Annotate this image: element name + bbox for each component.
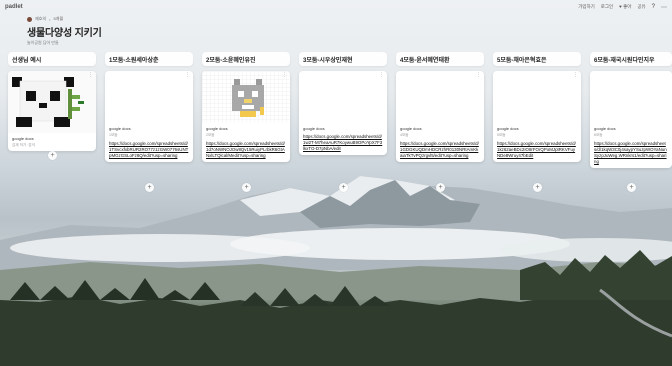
author-name[interactable]: 재호의 bbox=[35, 16, 46, 22]
post-card[interactable]: google docs 6모둠 https://docs.google.com/… bbox=[590, 71, 672, 168]
card-link[interactable]: https://docs.google.com/spreadsheets/d/1… bbox=[497, 141, 577, 159]
post-card[interactable]: ⋮ google docs 김재 작가 ·분석 bbox=[8, 71, 96, 151]
add-post-button[interactable]: + bbox=[145, 183, 154, 192]
column-title[interactable]: 3모둠-시우상민재현 bbox=[299, 52, 387, 66]
card-thumbnail[interactable]: ⋮ bbox=[396, 71, 484, 123]
card-menu-icon[interactable]: ⋮ bbox=[573, 72, 578, 78]
login-link[interactable]: 로그인 bbox=[601, 4, 613, 10]
card-link[interactable]: https://docs.google.com/spreadsheets/d/1… bbox=[400, 141, 480, 159]
add-post-button[interactable]: + bbox=[627, 183, 636, 192]
column: 1모둠-소원세아상춘 ⋮ google docs 1모둠 https://doc… bbox=[105, 52, 193, 192]
card-body: google docs 6모둠 https://docs.google.com/… bbox=[590, 123, 672, 168]
page-subtitle: 놀이공원 답아 만들 bbox=[27, 40, 59, 45]
card-author: 2모둠 bbox=[206, 133, 215, 137]
share-button[interactable]: 공유 bbox=[637, 4, 645, 10]
attachment-source: google docs bbox=[12, 136, 34, 141]
top-actions: 가입하기 로그인 ♥ 좋아 공유 ? ⋯ bbox=[578, 4, 667, 11]
card-link[interactable]: https://docs.google.com/spreadsheets/d/1… bbox=[109, 141, 189, 159]
card-thumbnail[interactable]: ⋮ bbox=[299, 71, 387, 123]
column-title[interactable]: 6모둠-재국시원다민지우 bbox=[590, 52, 672, 66]
attachment-source: google docs bbox=[109, 126, 131, 131]
card-menu-icon[interactable]: ⋮ bbox=[476, 72, 481, 78]
card-thumbnail[interactable]: ⋮ bbox=[202, 71, 290, 123]
column: 6모둠-재국시원다민지우 google docs 6모둠 https://doc… bbox=[590, 52, 672, 192]
top-bar: padlet 가입하기 로그인 ♥ 좋아 공유 ? ⋯ bbox=[0, 0, 672, 14]
card-author: 김재 작가 ·분석 bbox=[12, 143, 36, 147]
more-options-icon[interactable]: ⋯ bbox=[661, 4, 667, 11]
card-body: google docs 1모둠 https://docs.google.com/… bbox=[105, 123, 193, 162]
attachment-source: google docs bbox=[303, 126, 325, 131]
post-card[interactable]: ⋮ google docs 1모둠 https://docs.google.co… bbox=[105, 71, 193, 162]
card-thumbnail[interactable]: ⋮ bbox=[8, 71, 96, 133]
panda-pixel-art bbox=[8, 71, 96, 133]
post-card[interactable]: ⋮ google docs https://docs.google.com/sp… bbox=[299, 71, 387, 155]
attachment-source: google docs bbox=[206, 126, 228, 131]
signup-link[interactable]: 가입하기 bbox=[578, 4, 595, 10]
card-thumbnail[interactable]: ⋮ bbox=[493, 71, 581, 123]
add-post-button[interactable]: + bbox=[242, 183, 251, 192]
column-title[interactable]: 4모둠-윤서혜연태환 bbox=[396, 52, 484, 66]
post-card[interactable]: ⋮ google docs 4모둠 https://docs.google.co… bbox=[396, 71, 484, 162]
card-author: 4모둠 bbox=[400, 133, 409, 137]
card-menu-icon[interactable]: ⋮ bbox=[282, 72, 287, 78]
card-menu-icon[interactable]: ⋮ bbox=[88, 72, 93, 78]
author-row: 재호의 • 5개월 bbox=[27, 16, 102, 22]
card-author: 1모둠 bbox=[109, 133, 118, 137]
separator-dot: • bbox=[49, 16, 51, 22]
help-icon[interactable]: ? bbox=[652, 4, 655, 10]
card-body: google docs 4모둠 https://docs.google.com/… bbox=[396, 123, 484, 162]
padlet-header: 재호의 • 5개월 생물다양성 지키기 놀이공원 답아 만들 bbox=[27, 16, 102, 46]
column-title[interactable]: 선생님 예시 bbox=[8, 52, 96, 66]
card-author: 5모둠 bbox=[497, 133, 506, 137]
card-body: google docs https://docs.google.com/spre… bbox=[299, 123, 387, 155]
attachment-source: google docs bbox=[497, 126, 519, 131]
card-menu-icon[interactable]: ⋮ bbox=[185, 72, 190, 78]
attachment-source: google docs bbox=[400, 126, 422, 131]
column: 4모둠-윤서혜연태환 ⋮ google docs 4모둠 https://doc… bbox=[396, 52, 484, 192]
like-button[interactable]: ♥ 좋아 bbox=[619, 4, 631, 10]
card-link[interactable]: https://docs.google.com/spreadsheets/d/1… bbox=[206, 141, 286, 159]
post-card[interactable]: ⋮ google docs 5모둠 https://docs.google.co… bbox=[493, 71, 581, 162]
column: 2모둠-소윤혜인유진 ⋮ google docs 2모둠 https://doc… bbox=[202, 52, 290, 192]
cat-pixel-art bbox=[202, 71, 290, 123]
brand-logo[interactable]: padlet bbox=[5, 4, 23, 10]
post-date: 5개월 bbox=[53, 16, 64, 21]
avatar bbox=[27, 16, 32, 22]
add-post-button[interactable]: + bbox=[339, 183, 348, 192]
page-title: 생물다양성 지키기 bbox=[27, 28, 102, 39]
add-post-button[interactable]: + bbox=[436, 183, 445, 192]
card-body: google docs 김재 작가 ·분석 bbox=[8, 133, 96, 151]
attachment-source: google docs bbox=[594, 126, 616, 131]
column-title[interactable]: 1모둠-소원세아상춘 bbox=[105, 52, 193, 66]
post-card[interactable]: ⋮ google docs 2모둠 https://docs.google.co… bbox=[202, 71, 290, 162]
card-body: google docs 5모둠 https://docs.google.com/… bbox=[493, 123, 581, 162]
card-link[interactable]: https://docs.google.com/spreadsheets/d/1… bbox=[594, 141, 668, 165]
card-author: 6모둠 bbox=[594, 133, 603, 137]
column: 3모둠-시우상민재현 ⋮ google docs https://docs.go… bbox=[299, 52, 387, 192]
add-post-button[interactable]: + bbox=[48, 151, 57, 160]
column-title[interactable]: 5모둠-채아은혁효은 bbox=[493, 52, 581, 66]
card-thumbnail[interactable] bbox=[590, 71, 672, 123]
column: 선생님 예시 ⋮ google docs 김재 작가 ·분석 + bbox=[8, 52, 96, 160]
card-menu-icon[interactable]: ⋮ bbox=[379, 72, 384, 78]
card-link[interactable]: https://docs.google.com/spreadsheets/d/1… bbox=[303, 134, 383, 152]
add-post-button[interactable]: + bbox=[533, 183, 542, 192]
column-title[interactable]: 2모둠-소윤혜인유진 bbox=[202, 52, 290, 66]
column: 5모둠-채아은혁효은 ⋮ google docs 5모둠 https://doc… bbox=[493, 52, 581, 192]
card-thumbnail[interactable]: ⋮ bbox=[105, 71, 193, 123]
card-body: google docs 2모둠 https://docs.google.com/… bbox=[202, 123, 290, 162]
